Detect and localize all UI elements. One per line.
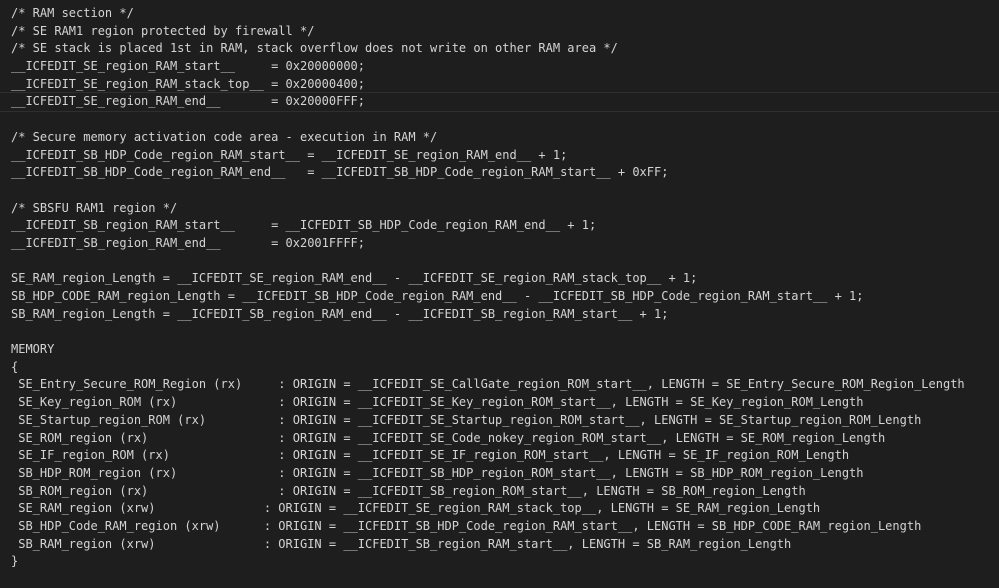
code-line[interactable]: SB_HDP_Code_RAM_region (xrw) : ORIGIN = … [0, 518, 999, 536]
code-line[interactable] [0, 323, 999, 341]
code-line[interactable]: SE_Startup_region_ROM (rx) : ORIGIN = __… [0, 412, 999, 430]
code-line[interactable]: SB_RAM_region_Length = __ICFEDIT_SB_regi… [0, 306, 999, 324]
code-line[interactable]: /* RAM section */ [0, 5, 999, 23]
code-line[interactable] [0, 182, 999, 200]
code-line[interactable]: SB_ROM_region (rx) : ORIGIN = __ICFEDIT_… [0, 483, 999, 501]
code-line-current[interactable]: __ICFEDIT_SE_region_RAM_end__ = 0x20000F… [0, 92, 999, 113]
code-line[interactable]: /* SBSFU RAM1 region */ [0, 200, 999, 218]
code-line[interactable]: SE_RAM_region (xrw) : ORIGIN = __ICFEDIT… [0, 500, 999, 518]
code-line[interactable]: SE_Key_region_ROM (rx) : ORIGIN = __ICFE… [0, 394, 999, 412]
code-editor[interactable]: /* RAM section *//* SE RAM1 region prote… [0, 0, 999, 588]
code-line[interactable]: /* Secure memory activation code area - … [0, 129, 999, 147]
code-line[interactable]: __ICFEDIT_SE_region_RAM_stack_top__ = 0x… [0, 76, 999, 94]
code-line[interactable]: SB_HDP_ROM_region (rx) : ORIGIN = __ICFE… [0, 465, 999, 483]
code-line[interactable] [0, 111, 999, 129]
code-line[interactable]: __ICFEDIT_SB_region_RAM_start__ = __ICFE… [0, 217, 999, 235]
code-text-area[interactable]: /* RAM section *//* SE RAM1 region prote… [0, 5, 999, 571]
code-line[interactable]: /* SE stack is placed 1st in RAM, stack … [0, 40, 999, 58]
code-line[interactable]: __ICFEDIT_SB_HDP_Code_region_RAM_end__ =… [0, 164, 999, 182]
code-line[interactable]: MEMORY [0, 341, 999, 359]
code-line[interactable]: __ICFEDIT_SB_region_RAM_end__ = 0x2001FF… [0, 235, 999, 253]
code-line[interactable] [0, 253, 999, 271]
code-line[interactable]: SE_RAM_region_Length = __ICFEDIT_SE_regi… [0, 270, 999, 288]
code-line[interactable]: __ICFEDIT_SE_region_RAM_start__ = 0x2000… [0, 58, 999, 76]
code-line[interactable]: /* SE RAM1 region protected by firewall … [0, 23, 999, 41]
code-line[interactable]: SE_IF_region_ROM (rx) : ORIGIN = __ICFED… [0, 447, 999, 465]
code-line[interactable]: __ICFEDIT_SB_HDP_Code_region_RAM_start__… [0, 147, 999, 165]
code-line[interactable]: } [0, 553, 999, 571]
code-line[interactable]: SE_Entry_Secure_ROM_Region (rx) : ORIGIN… [0, 376, 999, 394]
code-line[interactable]: SE_ROM_region (rx) : ORIGIN = __ICFEDIT_… [0, 430, 999, 448]
code-line[interactable]: { [0, 359, 999, 377]
code-line[interactable]: SB_HDP_CODE_RAM_region_Length = __ICFEDI… [0, 288, 999, 306]
code-line[interactable]: SB_RAM_region (xrw) : ORIGIN = __ICFEDIT… [0, 536, 999, 554]
